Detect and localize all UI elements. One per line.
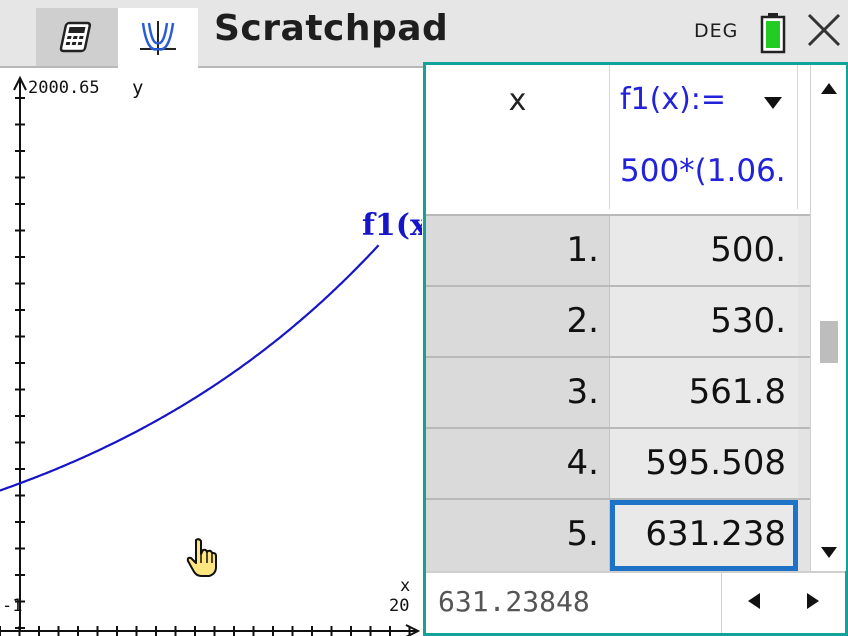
cell-x[interactable]: 5. [426,500,610,571]
function-label[interactable]: f1(x [362,208,422,243]
close-icon[interactable] [806,12,842,48]
cell-x[interactable]: 2. [426,287,610,356]
nav-right-arrow-icon[interactable] [807,593,819,609]
table-row: 4. 595.508 [426,427,810,498]
battery-icon [760,13,786,54]
entry-line-value: 631.23848 [438,585,590,618]
graph-pane[interactable]: 2000.65 y x -1 20 f1(x [0,68,422,636]
formula-row: 500*(1.06. [426,137,810,209]
calculator-tab[interactable] [36,8,118,66]
column-edge [798,500,810,571]
table-row: 2. 530. [426,285,810,356]
column-header-row: x f1(x):= [426,65,810,137]
angle-mode-indicator: DEG [694,20,739,42]
scroll-down-arrow-icon[interactable] [821,547,837,558]
column-edge [798,429,810,498]
cell-f1[interactable]: 561.8 [610,358,798,427]
table-row: 1. 500. [426,214,810,285]
column-edge [798,65,810,137]
graph-tab[interactable] [118,8,198,68]
vertical-scrollbar[interactable] [810,65,846,571]
formula-cell-f1[interactable]: 500*(1.06. [610,137,798,209]
nav-left-arrow-icon[interactable] [748,593,760,609]
column-edge [798,287,810,356]
column-header-f1[interactable]: f1(x):= [610,65,798,137]
formula-cell-x[interactable] [426,137,610,209]
entry-line[interactable]: 631.23848 [426,571,845,633]
column-header-f1-label: f1(x):= [620,82,727,117]
calculator-icon [59,21,92,53]
y-axis-label: y [132,77,144,99]
graph-icon [140,21,176,55]
cell-x[interactable]: 4. [426,429,610,498]
cell-x[interactable]: 3. [426,358,610,427]
x-max-label: 20 [389,596,410,616]
scroll-up-arrow-icon[interactable] [821,83,837,94]
selected-cell-f1[interactable]: 631.238 [610,500,798,571]
table-row: 3. 561.8 [426,356,810,427]
dropdown-arrow-icon[interactable] [764,97,782,109]
function-curve-f1[interactable] [0,244,380,492]
x-min-label: -1 [2,596,23,616]
formula-text: 500*(1.06. [620,153,786,189]
y-max-label: 2000.65 [28,78,100,98]
cell-f1[interactable]: 595.508 [610,429,798,498]
entry-line-separator [721,573,722,633]
title-bar: Scratchpad DEG [0,0,848,68]
cell-f1[interactable]: 530. [610,287,798,356]
document-title: Scratchpad [214,8,449,49]
y-axis-ticks [15,97,25,629]
x-axis-label: x [400,576,411,596]
column-edge [798,358,810,427]
hand-pointer-icon [186,538,217,577]
column-header-x[interactable]: x [426,65,610,137]
cell-x[interactable]: 1. [426,216,610,285]
cell-f1[interactable]: 500. [610,216,798,285]
spreadsheet-pane[interactable]: x f1(x):= 500*(1.06. 1. 500. 2. 530. 3. 561.8… [423,62,848,636]
scrollbar-thumb[interactable] [820,321,838,363]
table-row: 5. 631.238 [426,498,810,571]
column-edge [798,216,810,285]
